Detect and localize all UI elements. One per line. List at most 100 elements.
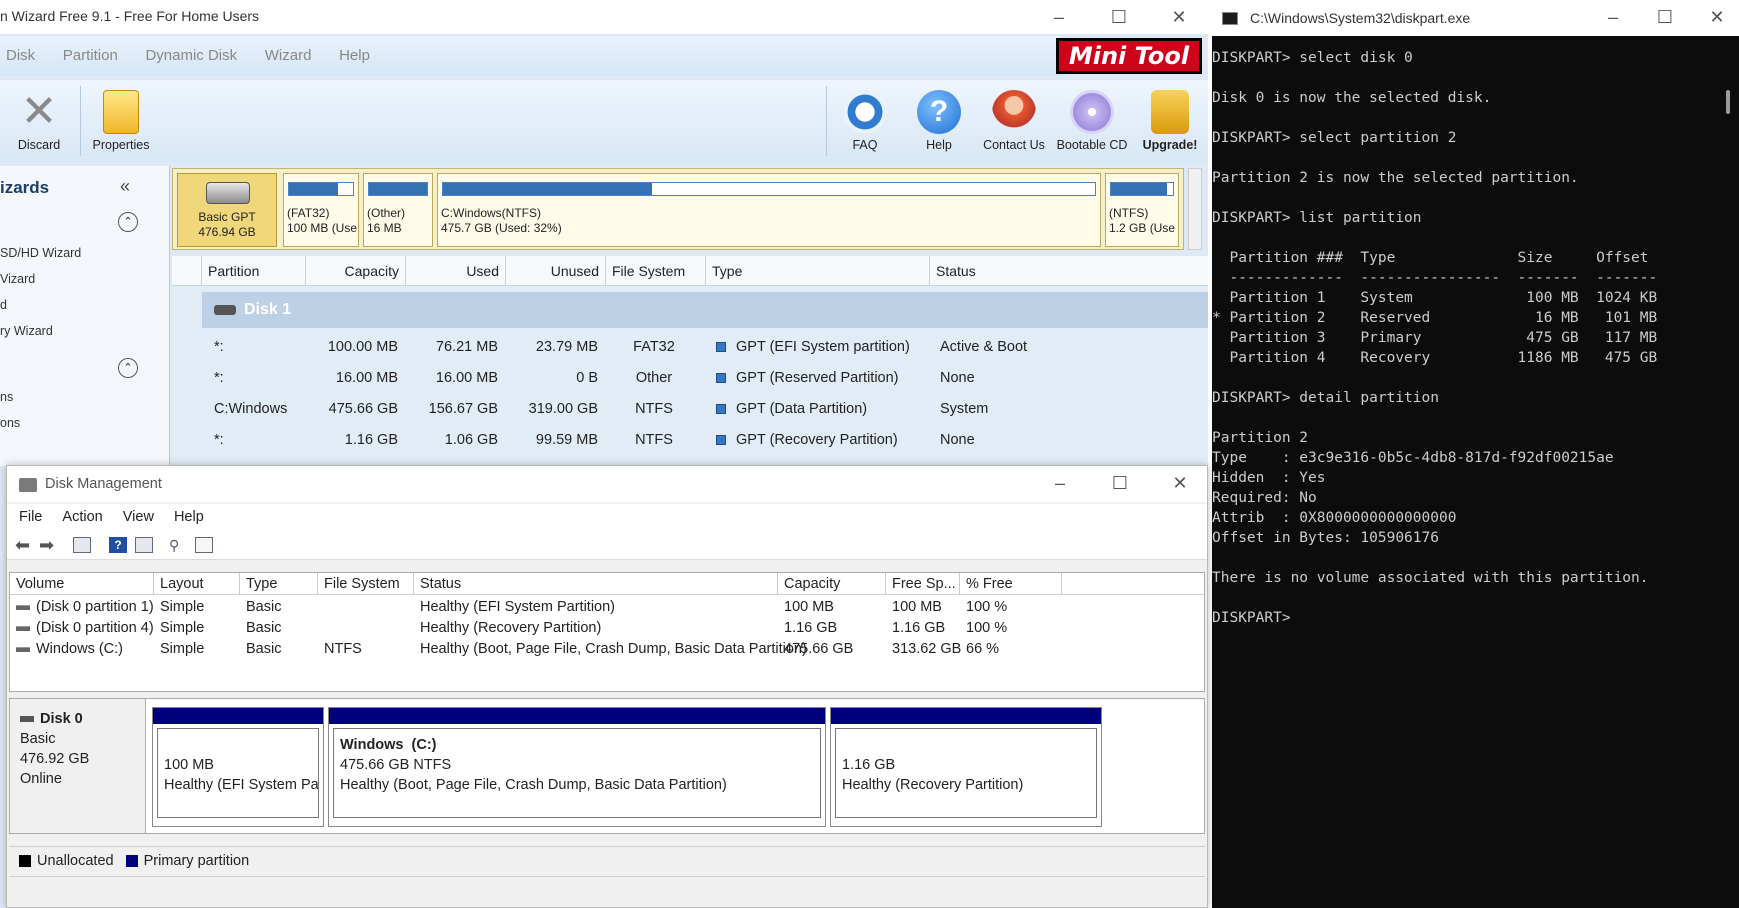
- col-used[interactable]: Used: [406, 256, 506, 286]
- volume-icon: [16, 646, 30, 652]
- list-view-icon[interactable]: [195, 537, 213, 553]
- graph-partition[interactable]: Windows (C:) 475.66 GB NTFS Healthy (Boo…: [328, 707, 826, 827]
- cmd-maximize-button[interactable]: ☐: [1642, 0, 1688, 34]
- faq-button[interactable]: FAQ: [830, 90, 900, 152]
- table-row[interactable]: *: 16.00 MB 16.00 MB 0 B Other GPT (Rese…: [172, 363, 1208, 394]
- console-tree-icon[interactable]: [73, 537, 91, 553]
- col-layout[interactable]: Layout: [154, 573, 240, 595]
- minimize-button[interactable]: –: [1036, 0, 1082, 34]
- table-row[interactable]: *: 1.16 GB 1.06 GB 99.59 MB NTFS GPT (Re…: [172, 425, 1208, 456]
- col-type[interactable]: Type: [240, 573, 318, 595]
- partition-type-icon: [716, 373, 726, 384]
- cmd-titlebar: C:\Windows\System32\diskpart.exe – ☐ ✕: [1212, 0, 1739, 36]
- dm-close-button[interactable]: ✕: [1157, 466, 1203, 500]
- volume-icon: [16, 625, 30, 631]
- disk-group-row[interactable]: Disk 1: [202, 292, 1208, 328]
- sidebar-item-ns[interactable]: ns: [0, 390, 13, 404]
- col-status[interactable]: Status: [414, 573, 778, 595]
- primary-partition-swatch: [125, 855, 138, 868]
- table-row[interactable]: *: 100.00 MB 76.21 MB 23.79 MB FAT32 GPT…: [172, 332, 1208, 363]
- console-scrollbar[interactable]: [1722, 36, 1739, 908]
- close-button[interactable]: ✕: [1156, 0, 1202, 34]
- help-icon[interactable]: ?: [109, 537, 127, 553]
- usage-bar: [288, 182, 354, 196]
- disk-map-scrollbar[interactable]: [1188, 168, 1202, 250]
- disk-map-partition[interactable]: (NTFS) 1.2 GB (Use: [1105, 173, 1179, 247]
- menu-partition[interactable]: Partition: [63, 36, 118, 76]
- partition-table-header: Partition Capacity Used Unused File Syst…: [172, 256, 1208, 286]
- forward-arrow-icon[interactable]: ➡: [39, 536, 57, 554]
- chevron-up-icon[interactable]: ⌃: [118, 358, 138, 378]
- col-free-space[interactable]: Free Sp...: [886, 573, 960, 595]
- sidebar-item-ons[interactable]: ons: [0, 416, 20, 430]
- volume-row[interactable]: (Disk 0 partition 4) Simple Basic Health…: [10, 618, 1204, 639]
- volume-row[interactable]: Windows (C:) Simple Basic NTFS Healthy (…: [10, 639, 1204, 660]
- cmd-close-button[interactable]: ✕: [1694, 0, 1739, 34]
- maximize-button[interactable]: ☐: [1096, 0, 1142, 34]
- dm-menu-view[interactable]: View: [123, 504, 154, 530]
- console-output[interactable]: DISKPART> select disk 0 Disk 0 is now th…: [1212, 36, 1717, 908]
- help-button[interactable]: ? Help: [904, 90, 974, 152]
- volume-list-header: Volume Layout Type File System Status Ca…: [10, 573, 1204, 595]
- console-icon: [1222, 12, 1238, 25]
- sidebar-item-recovery-wizard[interactable]: ry Wizard: [0, 324, 53, 338]
- minitool-title: n Wizard Free 9.1 - Free For Home Users: [0, 8, 260, 24]
- disk-map-partition[interactable]: (Other) 16 MB: [363, 173, 433, 247]
- unallocated-swatch: [19, 855, 31, 868]
- volume-list: Volume Layout Type File System Status Ca…: [9, 572, 1205, 692]
- disk-legend: Unallocated Primary partition: [9, 846, 1205, 874]
- contact-icon: [992, 90, 1036, 134]
- col-file-system[interactable]: File System: [318, 573, 414, 595]
- disk-management-icon: [19, 478, 37, 492]
- minitool-titlebar: n Wizard Free 9.1 - Free For Home Users …: [0, 0, 1208, 34]
- dm-menu-action[interactable]: Action: [62, 504, 102, 530]
- menu-wizard[interactable]: Wizard: [265, 36, 312, 76]
- col-volume[interactable]: Volume: [10, 573, 154, 595]
- menu-dynamic-disk[interactable]: Dynamic Disk: [145, 36, 237, 76]
- sidebar-item-d[interactable]: d: [0, 298, 7, 312]
- table-row[interactable]: C:Windows 475.66 GB 156.67 GB 319.00 GB …: [172, 394, 1208, 425]
- dm-menu-help[interactable]: Help: [174, 504, 204, 530]
- dm-toolbar: ⬅ ➡ ? ⚲: [7, 530, 1207, 560]
- dm-statusbar: [9, 876, 1205, 906]
- diskpart-window: C:\Windows\System32\diskpart.exe – ☐ ✕ D…: [1212, 0, 1739, 908]
- dm-maximize-button[interactable]: ☐: [1097, 466, 1143, 500]
- partition-type-icon: [716, 404, 726, 415]
- col-unused[interactable]: Unused: [506, 256, 606, 286]
- col-type[interactable]: Type: [706, 256, 930, 286]
- cmd-minimize-button[interactable]: –: [1590, 0, 1636, 34]
- col-partition[interactable]: Partition: [202, 256, 306, 286]
- graph-partition[interactable]: 100 MB Healthy (EFI System Partiti: [152, 707, 324, 827]
- disk-map-partition[interactable]: C:Windows(NTFS) 475.7 GB (Used: 32%): [437, 173, 1101, 247]
- collapse-sidebar-icon[interactable]: «: [120, 176, 130, 197]
- col-capacity[interactable]: Capacity: [306, 256, 406, 286]
- wizards-heading: izards: [0, 178, 50, 197]
- upgrade-button[interactable]: Upgrade!: [1134, 90, 1206, 152]
- chevron-up-icon[interactable]: ⌃: [118, 212, 138, 232]
- discard-button[interactable]: ✕ Discard: [4, 90, 74, 153]
- dm-menu-file[interactable]: File: [19, 504, 42, 530]
- console-scroll-thumb[interactable]: [1726, 90, 1730, 114]
- sidebar-item-sdhd-wizard[interactable]: SD/HD Wizard: [0, 246, 81, 260]
- bootable-cd-button[interactable]: Bootable CD: [1052, 90, 1132, 152]
- contact-us-button[interactable]: Contact Us: [974, 90, 1054, 152]
- properties-button[interactable]: Properties: [86, 90, 156, 152]
- disk-map-partition[interactable]: (FAT32) 100 MB (Use: [283, 173, 359, 247]
- disk-map-disk[interactable]: Basic GPT 476.94 GB: [177, 173, 277, 247]
- dm-minimize-button[interactable]: –: [1037, 466, 1083, 500]
- col-percent-free[interactable]: % Free: [960, 573, 1062, 595]
- sidebar-item-wizard[interactable]: Vizard: [0, 272, 35, 286]
- graph-partition[interactable]: 1.16 GB Healthy (Recovery Partition): [830, 707, 1102, 827]
- col-status[interactable]: Status: [930, 256, 1208, 286]
- menu-disk[interactable]: Disk: [6, 36, 35, 76]
- back-arrow-icon[interactable]: ⬅: [15, 536, 33, 554]
- col-file-system[interactable]: File System: [606, 256, 706, 286]
- volume-row[interactable]: (Disk 0 partition 1) Simple Basic Health…: [10, 597, 1204, 618]
- disk-info[interactable]: Disk 0 Basic 476.92 GB Online: [10, 699, 146, 833]
- menu-help[interactable]: Help: [339, 36, 370, 76]
- properties-icon[interactable]: [135, 537, 153, 553]
- rescan-disks-icon[interactable]: ⚲: [169, 537, 187, 553]
- usage-bar: [442, 182, 1096, 196]
- disk-management-window: Disk Management – ☐ ✕ File Action View H…: [6, 465, 1208, 908]
- col-capacity[interactable]: Capacity: [778, 573, 886, 595]
